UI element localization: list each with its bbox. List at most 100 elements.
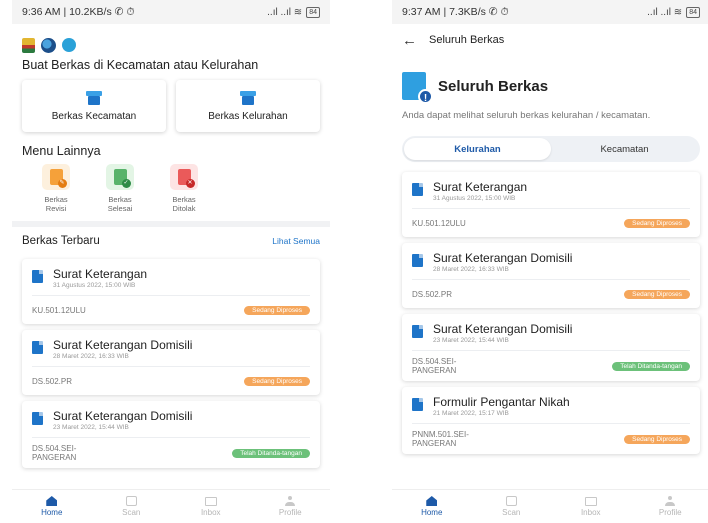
menu-row: ✎ Berkas Revisi ✓ Berkas Selesai ✕ Berka… [12, 158, 330, 213]
back-arrow-icon[interactable]: ← [402, 33, 417, 48]
list-item[interactable]: Surat Keterangan Domisili 28 Maret 2022,… [22, 330, 320, 395]
list-item[interactable]: Formulir Pengantar Nikah 21 Maret 2022, … [402, 387, 700, 454]
document-icon [412, 183, 423, 196]
nav-label: Scan [122, 508, 141, 517]
menu-berkas-revisi[interactable]: ✎ Berkas Revisi [36, 164, 76, 213]
item-title: Surat Keterangan Domisili [433, 322, 573, 336]
berkas-kecamatan-button[interactable]: Berkas Kecamatan [22, 80, 166, 132]
status-badge: Sedang Diproses [624, 434, 690, 444]
card-label: Berkas Kecamatan [51, 110, 137, 122]
nav-profile[interactable]: Profile [640, 496, 700, 517]
item-date: 23 Maret 2022, 15:44 WIB [53, 424, 129, 431]
profile-icon [665, 496, 676, 506]
nav-profile[interactable]: Profile [260, 496, 320, 517]
recent-title: Berkas Terbaru [22, 235, 100, 247]
item-code: DS.502.PR [32, 376, 73, 386]
card-label: Berkas Kelurahan [208, 110, 288, 122]
home-icon [46, 496, 58, 506]
nav-inbox[interactable]: Inbox [561, 496, 621, 517]
document-icon [412, 325, 423, 338]
list-item[interactable]: Surat Keterangan Domisili 23 Maret 2022,… [22, 401, 320, 468]
item-code: DS.504.SEI-PANGERAN [412, 357, 457, 375]
menu-label: Berkas Selesai [107, 195, 133, 213]
list-item[interactable]: Surat Keterangan Domisili 23 Maret 2022,… [402, 314, 700, 381]
files-alert-icon: ! [402, 72, 433, 104]
list-item[interactable]: Surat Keterangan 31 Agustus 2022, 15:00 … [22, 259, 320, 324]
item-title: Surat Keterangan Domisili [53, 338, 193, 352]
recent-header: Berkas Terbaru Lihat Semua [12, 227, 330, 253]
nav-scan[interactable]: Scan [481, 496, 541, 517]
top-bar: ← Seluruh Berkas [392, 24, 708, 56]
status-bar: 9:37 AM | 7.3KB/s ✆ ⏱ ..ıl ..ıl ≋ 84 [392, 0, 708, 24]
item-code: DS.502.PR [412, 289, 453, 299]
scan-icon [125, 496, 137, 506]
nav-label: Scan [502, 508, 521, 517]
battery-icon: 84 [686, 6, 700, 18]
nav-inbox[interactable]: Inbox [181, 496, 241, 517]
signal-icon: ..ıl ..ıl ≋ [647, 6, 683, 18]
menu-section-title: Menu Lainnya [22, 144, 101, 158]
status-badge: Sedang Diproses [624, 218, 690, 228]
item-date: 31 Agustus 2022, 15:00 WIB [433, 195, 516, 202]
status-badge: Sedang Diproses [624, 289, 690, 299]
status-badge: Sedang Diproses [244, 305, 310, 315]
topbar-title: Seluruh Berkas [429, 34, 505, 46]
document-icon [32, 270, 43, 283]
item-date: 31 Agustus 2022, 15:00 WIB [53, 282, 136, 289]
item-title: Surat Keterangan Domisili [433, 251, 573, 265]
box-icon [240, 90, 256, 105]
city-emblem-logo [22, 37, 35, 53]
document-icon [412, 398, 423, 411]
scan-icon [505, 496, 517, 506]
list-item[interactable]: Surat Keterangan Domisili 28 Maret 2022,… [402, 243, 700, 308]
document-icon [32, 412, 43, 425]
item-code: KU.501.12ULU [32, 305, 86, 315]
home-icon [426, 496, 438, 506]
berkas-kelurahan-button[interactable]: Berkas Kelurahan [176, 80, 320, 132]
item-title: Surat Keterangan [53, 267, 148, 281]
status-icons: ..ıl ..ıl ≋ 84 [267, 6, 320, 18]
check-document-icon: ✓ [106, 164, 134, 190]
document-icon [32, 341, 43, 354]
tab-kelurahan[interactable]: Kelurahan [404, 138, 551, 160]
inbox-icon [204, 496, 217, 506]
nav-home[interactable]: Home [22, 496, 82, 517]
nav-home[interactable]: Home [402, 496, 462, 517]
status-time: 9:36 AM | 10.2KB/s ✆ ⏱ [22, 5, 135, 18]
list-item[interactable]: Surat Keterangan 31 Agustus 2022, 15:00 … [402, 172, 700, 237]
page-description: Anda dapat melihat seluruh berkas kelura… [402, 110, 651, 121]
item-code: KU.501.12ULU [412, 218, 466, 228]
nav-label: Profile [278, 508, 302, 517]
item-title: Formulir Pengantar Nikah [433, 395, 570, 409]
status-bar: 9:36 AM | 10.2KB/s ✆ ⏱ ..ıl ..ıl ≋ 84 [12, 0, 330, 24]
rejected-document-icon: ✕ [170, 164, 198, 190]
menu-berkas-ditolak[interactable]: ✕ Berkas Ditolak [164, 164, 204, 213]
pencil-document-icon: ✎ [42, 164, 70, 190]
nav-scan[interactable]: Scan [101, 496, 161, 517]
inbox-icon [584, 496, 597, 506]
logo-row [12, 24, 330, 58]
item-title: Surat Keterangan Domisili [53, 409, 193, 423]
create-cards: Berkas Kecamatan Berkas Kelurahan [12, 72, 330, 140]
nav-label: Home [41, 508, 63, 517]
app-logo [62, 38, 104, 52]
page-title: Seluruh Berkas [438, 77, 549, 95]
bottom-nav: Home Scan Inbox Profile [392, 489, 708, 523]
status-badge: Telah Ditanda-tangan [612, 361, 690, 371]
see-all-link[interactable]: Lihat Semua [272, 236, 320, 246]
item-date: 21 Maret 2022, 15:17 WIB [433, 410, 509, 417]
tab-switcher: Kelurahan Kecamatan [402, 136, 700, 162]
signal-icon: ..ıl ..ıl ≋ [267, 6, 303, 18]
nav-label: Home [421, 508, 443, 517]
status-badge: Telah Ditanda-tangan [232, 448, 310, 458]
menu-label: Berkas Ditolak [172, 195, 196, 213]
item-date: 23 Maret 2022, 15:44 WIB [433, 337, 509, 344]
battery-icon: 84 [306, 6, 320, 18]
menu-berkas-selesai[interactable]: ✓ Berkas Selesai [100, 164, 140, 213]
tab-kecamatan[interactable]: Kecamatan [551, 138, 698, 160]
create-section-title: Buat Berkas di Kecamatan atau Kelurahan [22, 58, 259, 72]
item-title: Surat Keterangan [433, 180, 528, 194]
profile-icon [285, 496, 296, 506]
item-code: DS.504.SEI-PANGERAN [32, 444, 77, 462]
menu-label: Berkas Revisi [44, 195, 68, 213]
